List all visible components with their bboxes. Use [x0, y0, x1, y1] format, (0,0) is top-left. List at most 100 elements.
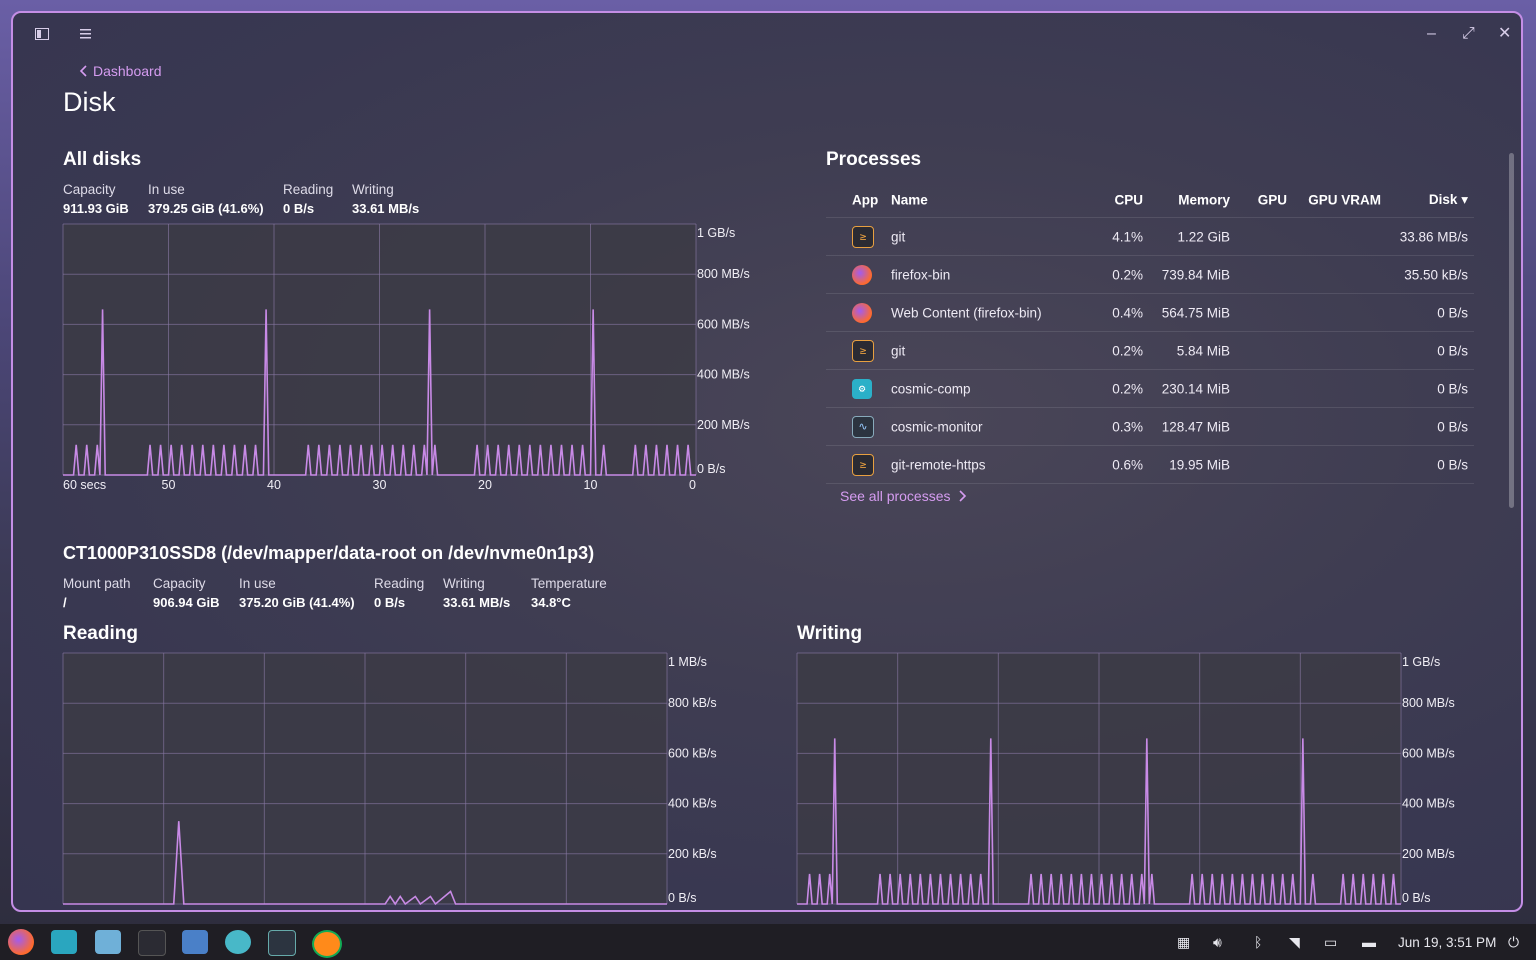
maximize-icon[interactable]: ⤢ — [1462, 26, 1475, 42]
see-all-processes-link[interactable]: See all processes — [840, 488, 967, 504]
firefox-icon — [852, 302, 872, 323]
reading-chart: 1 MB/s 800 kB/s 600 kB/s 400 kB/s 200 kB/s 0 … — [62, 652, 743, 910]
process-memory: 1.22 GiB — [1177, 229, 1230, 244]
x-tick-label: 10 — [584, 478, 598, 492]
x-tick-label: 20 — [478, 478, 492, 492]
power-icon[interactable]: ⏻ — [1508, 934, 1519, 951]
app-window: – ⤢ ✕ Dashboard Disk All disks Capacity 9… — [11, 11, 1523, 912]
device-writing: Writing 33.61 MB/s — [443, 576, 511, 610]
close-icon[interactable]: ✕ — [1498, 26, 1511, 42]
workspaces-icon[interactable]: ▦ — [1177, 934, 1190, 951]
y-tick-label: 400 kB/s — [668, 797, 717, 811]
device-title: CT1000P310SSD8 (/dev/mapper/data-root on… — [63, 543, 595, 563]
process-table-header: App Name CPU Memory GPU GPU VRAM Disk ▾ — [826, 183, 1474, 218]
process-cpu: 0.4% — [1112, 305, 1143, 320]
y-tick-label: 800 kB/s — [668, 696, 717, 710]
process-memory: 564.75 MiB — [1161, 305, 1230, 320]
chevron-right-icon — [958, 490, 966, 502]
sidebar-toggle-icon[interactable] — [35, 28, 49, 44]
device-mount-path: Mount path / — [63, 576, 131, 610]
app-launcher-icon[interactable] — [312, 930, 342, 958]
process-disk: 35.50 kB/s — [1404, 267, 1468, 282]
process-row[interactable]: ≥ git 4.1% 1.22 GiB 33.86 MB/s — [826, 218, 1474, 256]
y-tick-label: 0 B/s — [1402, 891, 1431, 905]
minimize-icon[interactable]: – — [1427, 26, 1436, 42]
y-tick-label: 400 MB/s — [697, 368, 750, 382]
col-memory[interactable]: Memory — [1178, 193, 1230, 208]
process-memory: 739.84 MiB — [1161, 267, 1230, 282]
terminal-icon: ≥ — [852, 453, 874, 476]
process-memory: 230.14 MiB — [1161, 381, 1230, 396]
col-gpu-vram[interactable]: GPU VRAM — [1308, 193, 1381, 208]
system-monitor-icon[interactable] — [268, 930, 296, 956]
col-disk[interactable]: Disk ▾ — [1429, 192, 1468, 208]
process-disk: 0 B/s — [1437, 343, 1468, 358]
process-row[interactable]: ∿ cosmic-monitor 0.3% 128.47 MiB 0 B/s — [826, 408, 1474, 446]
battery-icon[interactable]: ▭ — [1324, 934, 1337, 951]
wifi-icon[interactable]: ◥ — [1289, 934, 1300, 951]
process-memory: 5.84 MiB — [1176, 343, 1230, 358]
all-disks-writing: Writing 33.61 MB/s — [352, 182, 420, 216]
col-name[interactable]: Name — [891, 193, 928, 208]
monitor-icon: ∿ — [852, 415, 874, 438]
processes-title: Processes — [826, 149, 922, 170]
terminal-icon[interactable] — [138, 930, 166, 956]
col-app[interactable]: App — [852, 193, 878, 208]
y-tick-label: 1 GB/s — [697, 226, 735, 240]
y-tick-label: 200 kB/s — [668, 847, 717, 861]
clock[interactable]: Jun 19, 3:51 PM — [1398, 935, 1496, 950]
writing-title: Writing — [797, 623, 863, 644]
process-row[interactable]: Web Content (firefox-bin) 0.4% 564.75 MiB 0… — [826, 294, 1474, 332]
process-disk: 0 B/s — [1437, 457, 1468, 472]
files-icon[interactable] — [51, 930, 77, 954]
all-disks-in-use: In use 379.25 GiB (41.6%) — [148, 182, 264, 216]
x-tick-label: 0 — [689, 478, 696, 492]
process-row[interactable]: firefox-bin 0.2% 739.84 MiB 35.50 kB/s — [826, 256, 1474, 294]
back-link[interactable]: Dashboard — [93, 63, 162, 79]
y-tick-label: 800 MB/s — [1402, 696, 1455, 710]
reading-title: Reading — [63, 623, 138, 644]
process-row[interactable]: ≥ git-remote-https 0.6% 19.95 MiB 0 B/s — [826, 446, 1474, 484]
y-tick-label: 600 MB/s — [697, 317, 750, 331]
process-disk: 0 B/s — [1437, 381, 1468, 396]
process-row[interactable]: ⚙ cosmic-comp 0.2% 230.14 MiB 0 B/s — [826, 370, 1474, 408]
process-cpu: 0.3% — [1112, 419, 1143, 434]
y-tick-label: 800 MB/s — [697, 267, 750, 281]
device-capacity: Capacity 906.94 GiB — [153, 576, 220, 610]
y-tick-label: 0 B/s — [697, 462, 726, 476]
x-tick-label: 40 — [267, 478, 281, 492]
device-temperature: Temperature 34.8°C — [531, 576, 607, 610]
x-tick-label: 50 — [162, 478, 176, 492]
y-tick-label: 200 MB/s — [697, 418, 750, 432]
bluetooth-icon[interactable]: ᛒ — [1254, 934, 1262, 950]
col-cpu[interactable]: CPU — [1114, 193, 1143, 208]
text-editor-icon[interactable] — [95, 930, 121, 954]
y-tick-label: 1 GB/s — [1402, 655, 1440, 669]
firefox-icon — [852, 264, 872, 285]
process-cpu: 0.6% — [1112, 457, 1143, 472]
store-icon[interactable] — [182, 930, 208, 954]
process-name: cosmic-comp — [891, 381, 971, 396]
process-table: App Name CPU Memory GPU GPU VRAM Disk ▾ … — [826, 183, 1474, 484]
process-row[interactable]: ≥ git 0.2% 5.84 MiB 0 B/s — [826, 332, 1474, 370]
page-title: Disk — [63, 87, 116, 117]
menu-icon[interactable] — [80, 27, 91, 43]
process-name: Web Content (firefox-bin) — [891, 305, 1042, 320]
device-reading: Reading 0 B/s — [374, 576, 425, 610]
process-cpu: 0.2% — [1112, 267, 1143, 282]
volume-icon[interactable]: 🔊︎ — [1213, 934, 1222, 951]
process-cpu: 0.2% — [1112, 343, 1143, 358]
scrollbar[interactable] — [1509, 153, 1514, 508]
process-name: git — [891, 229, 906, 244]
col-gpu[interactable]: GPU — [1258, 193, 1287, 208]
breadcrumb[interactable]: Dashboard — [79, 63, 162, 79]
terminal-icon: ≥ — [852, 225, 874, 248]
terminal-icon: ≥ — [852, 339, 874, 362]
firefox-icon[interactable] — [8, 929, 34, 955]
device-in-use: In use 375.20 GiB (41.4%) — [239, 576, 355, 610]
notifications-icon[interactable]: ▬ — [1362, 934, 1376, 950]
settings-icon[interactable] — [225, 930, 251, 954]
y-tick-label: 200 MB/s — [1402, 847, 1455, 861]
y-tick-label: 400 MB/s — [1402, 797, 1455, 811]
chevron-left-icon — [79, 65, 87, 77]
